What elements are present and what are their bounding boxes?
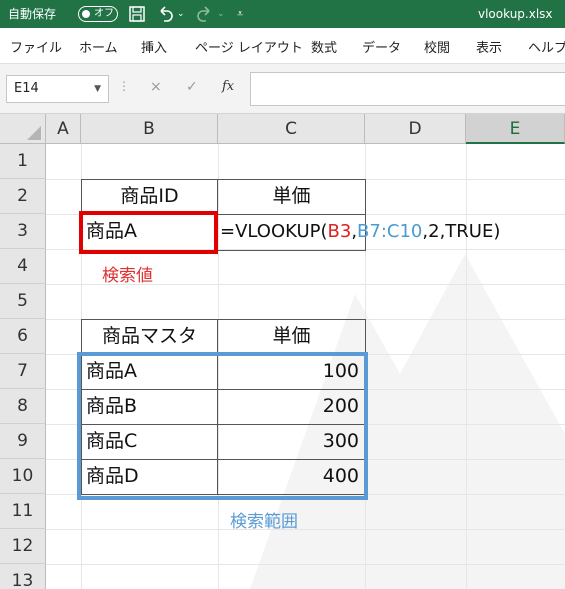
row-header-5[interactable]: 5 — [0, 284, 46, 319]
cell-b6[interactable]: 商品マスタ — [81, 319, 218, 354]
row-header-8[interactable]: 8 — [0, 389, 46, 424]
name-box[interactable]: E14 ▼ — [6, 75, 109, 103]
tab-help[interactable]: ヘルプ — [528, 37, 565, 56]
row-header-3[interactable]: 3 — [0, 214, 46, 249]
lookup-range-annotation: 検索範囲 — [230, 512, 298, 532]
row-header-11[interactable]: 11 — [0, 494, 46, 529]
file-name: vlookup.xlsx — [478, 7, 553, 21]
autosave-state: オフ — [94, 8, 114, 19]
formula-suffix: ,2,TRUE) — [422, 221, 501, 242]
row-header-13[interactable]: 13 — [0, 564, 46, 589]
row-header-1[interactable]: 1 — [0, 144, 46, 179]
autosave-label: 自動保存 — [8, 7, 57, 21]
enter-icon[interactable]: ✓ — [186, 79, 198, 95]
insert-function-icon[interactable]: fx — [222, 79, 234, 94]
autosave-toggle[interactable]: オフ — [78, 6, 118, 22]
column-header-b[interactable]: B — [81, 114, 218, 144]
tab-formulas[interactable]: 数式 — [311, 37, 337, 56]
tab-data[interactable]: データ — [362, 37, 401, 56]
gridline — [46, 529, 565, 530]
formula-input[interactable] — [250, 72, 565, 106]
column-header-d[interactable]: D — [365, 114, 466, 144]
column-header-c[interactable]: C — [218, 114, 365, 144]
lookup-range-highlight — [77, 352, 368, 500]
column-header-a[interactable]: A — [46, 114, 81, 144]
row-header-10[interactable]: 10 — [0, 459, 46, 494]
select-all-button[interactable] — [0, 114, 46, 144]
redo-dropdown-icon[interactable]: ⌄ — [217, 0, 225, 28]
customize-qat-icon[interactable]: ⩡ — [237, 0, 243, 28]
ribbon-tabs: ファイル ホーム 挿入 ページ レイアウト 数式 データ 校閲 表示 ヘルプ — [0, 28, 565, 64]
name-box-value: E14 — [14, 81, 39, 96]
tab-view[interactable]: 表示 — [476, 37, 502, 56]
row-header-12[interactable]: 12 — [0, 529, 46, 564]
save-icon[interactable] — [128, 5, 146, 23]
redo-icon[interactable] — [196, 5, 214, 23]
undo-icon[interactable] — [156, 5, 174, 23]
undo-dropdown-icon[interactable]: ⌄ — [177, 0, 185, 28]
formula-bar: E14 ▼ ⋮ × ✓ fx — [0, 64, 565, 114]
row-header-2[interactable]: 2 — [0, 179, 46, 214]
gridline — [466, 144, 467, 589]
row-header-6[interactable]: 6 — [0, 319, 46, 354]
tab-home[interactable]: ホーム — [79, 37, 118, 56]
chevron-down-icon[interactable]: ▼ — [94, 76, 101, 102]
cell-c6[interactable]: 単価 — [218, 319, 365, 354]
formula-ref-lookup-value: B3 — [327, 221, 352, 242]
toggle-knob-icon — [82, 10, 90, 18]
row-header-7[interactable]: 7 — [0, 354, 46, 389]
gridline — [46, 564, 565, 565]
cancel-icon[interactable]: × — [150, 79, 162, 95]
formula-ref-range: B7:C10 — [357, 221, 423, 242]
formula-prefix: =VLOOKUP( — [220, 221, 328, 242]
lookup-value-annotation: 検索値 — [102, 266, 153, 286]
row-header-9[interactable]: 9 — [0, 424, 46, 459]
cell-b2[interactable]: 商品ID — [81, 179, 218, 214]
cell-c3-formula[interactable]: =VLOOKUP(B3,B7:C10,2,TRUE) — [220, 214, 500, 249]
tab-page-layout[interactable]: ページ レイアウト — [195, 37, 303, 56]
grip-icon: ⋮ — [118, 79, 130, 93]
column-header-e[interactable]: E — [466, 114, 565, 144]
cell-c2[interactable]: 単価 — [218, 179, 365, 214]
row-header-4[interactable]: 4 — [0, 249, 46, 284]
tab-insert[interactable]: 挿入 — [141, 37, 167, 56]
title-bar: 自動保存 オフ ⌄ ⌄ ⩡ vlookup.xlsx — [0, 0, 565, 28]
tab-file[interactable]: ファイル — [10, 37, 62, 56]
select-all-icon — [27, 126, 41, 140]
lookup-value-highlight — [79, 211, 218, 254]
tab-review[interactable]: 校閲 — [424, 37, 450, 56]
